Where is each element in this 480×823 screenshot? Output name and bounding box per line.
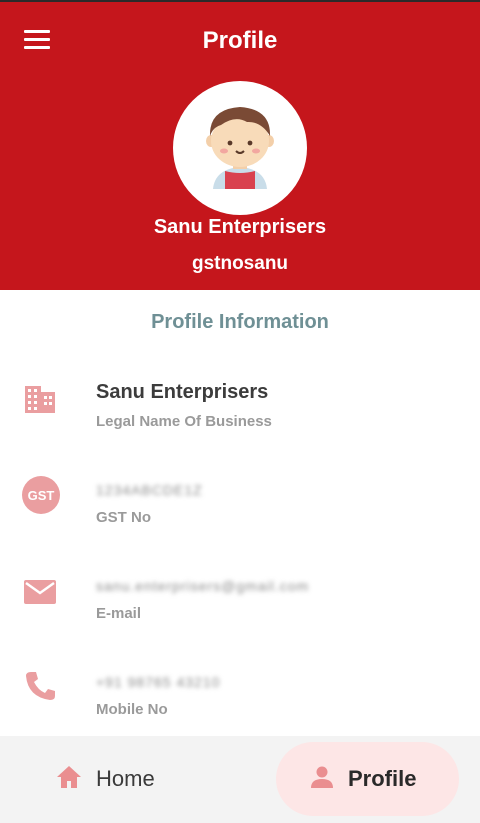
building-icon: [22, 380, 58, 416]
avatar-illustration: [206, 107, 274, 189]
mobile-value: +91 98765 43210: [96, 674, 221, 690]
home-icon: [56, 765, 82, 794]
gst-username: gstnosanu: [191, 253, 289, 274]
field-gst-no: GST 1234ABCDE1Z GST No: [0, 474, 480, 564]
email-icon: [22, 574, 58, 610]
legal-name-label: Legal Name Of Business: [96, 413, 272, 430]
page-title: Profile: [202, 27, 278, 54]
legal-name-value: Sanu Enterprisers: [96, 381, 269, 403]
email-value: sanu.enterprisers@gmail.com: [96, 578, 310, 594]
section-title: Profile Information: [151, 311, 329, 333]
gst-icon-label: GST: [22, 476, 60, 514]
person-icon: [310, 765, 334, 794]
gst-no-value: 1234ABCDE1Z: [96, 482, 203, 498]
avatar[interactable]: [173, 81, 307, 215]
bottom-navigation: Home Profile: [0, 736, 480, 823]
nav-profile-label: Profile: [348, 766, 417, 791]
mobile-label: Mobile No: [96, 701, 168, 718]
nav-profile-button[interactable]: Profile: [276, 742, 459, 816]
field-legal-name: Sanu Enterprisers Legal Name Of Business: [0, 376, 480, 466]
business-name: Sanu Enterprisers: [153, 216, 327, 238]
phone-icon: [22, 668, 58, 704]
email-label: E-mail: [96, 605, 142, 622]
gst-icon: GST: [22, 476, 60, 514]
nav-home-button[interactable]: Home: [30, 748, 240, 810]
profile-header: Profile Sanu Enterprisers gstnosanu: [0, 0, 480, 290]
nav-home-label: Home: [96, 766, 155, 791]
gst-no-label: GST No: [96, 509, 151, 526]
field-email: sanu.enterprisers@gmail.com E-mail: [0, 570, 480, 660]
